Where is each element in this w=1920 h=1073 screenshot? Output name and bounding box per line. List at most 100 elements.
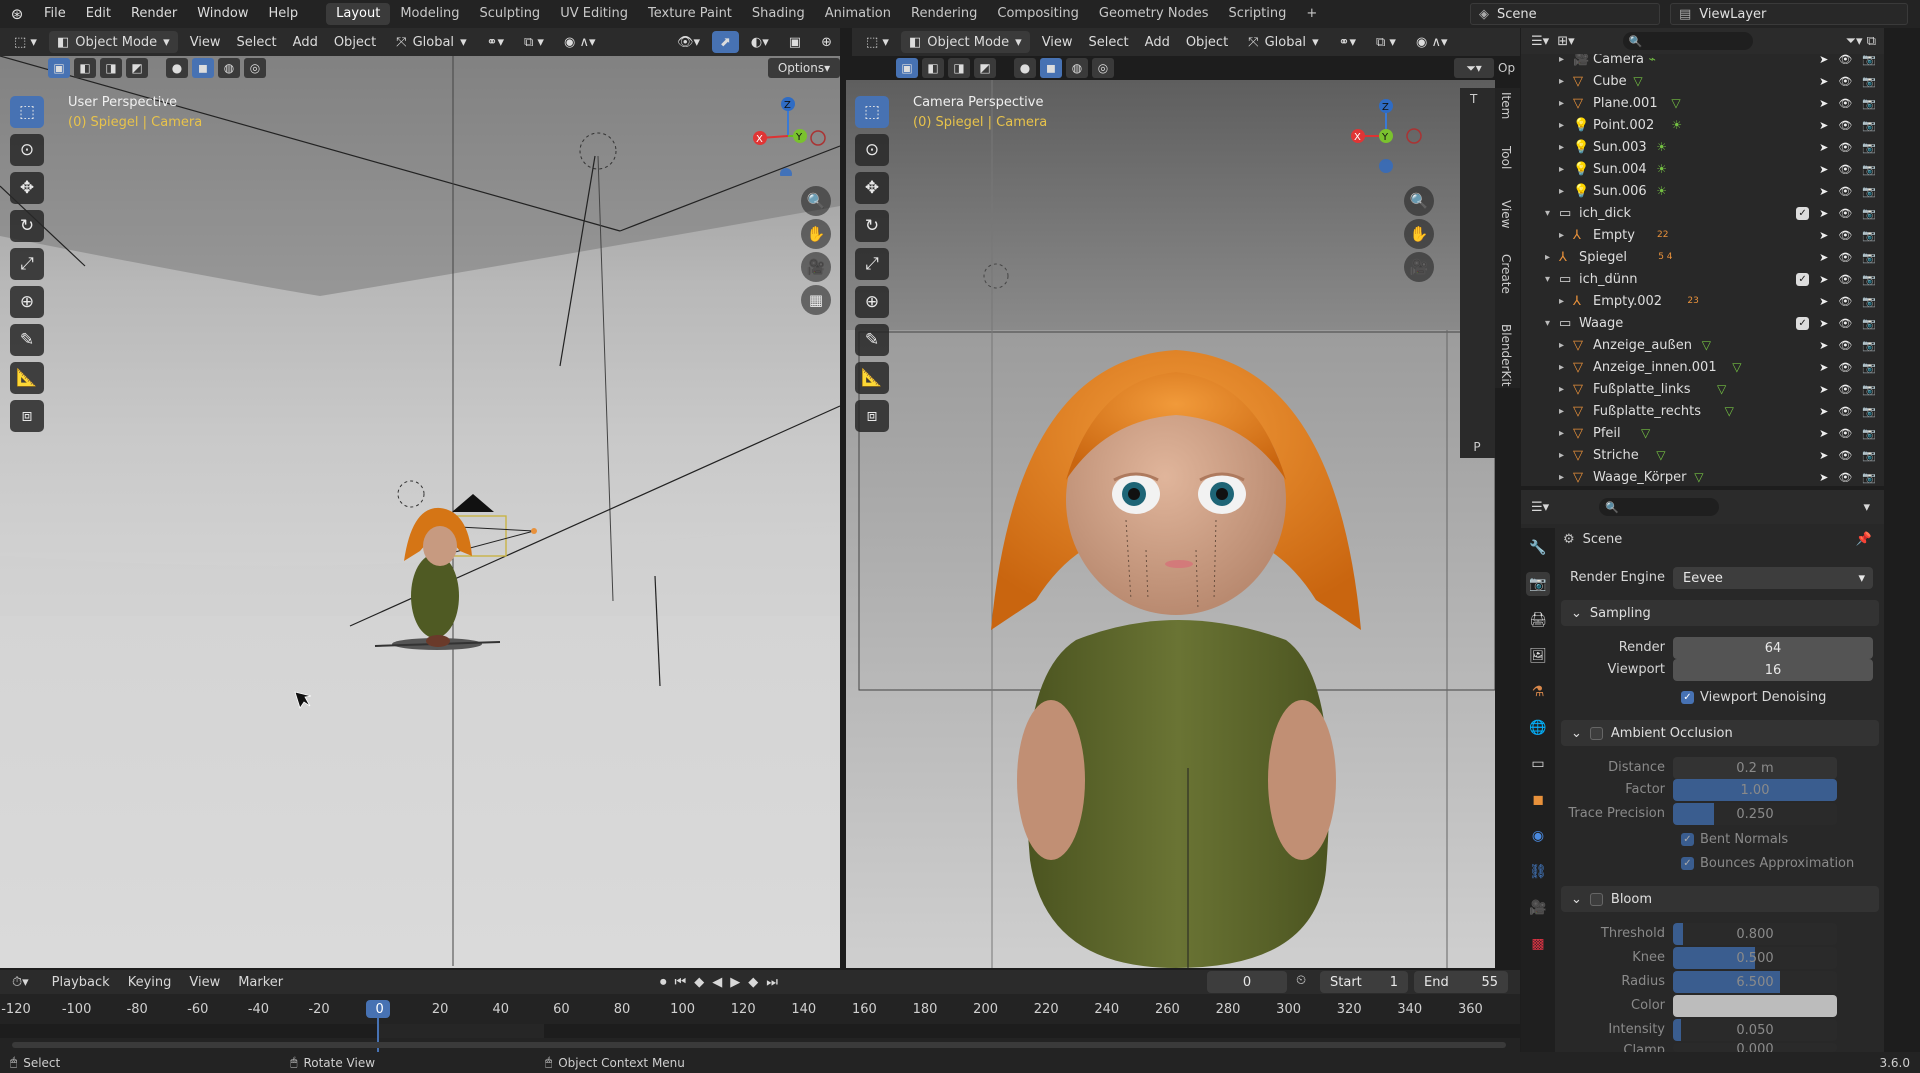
navigation-gizmo[interactable]: Z X Y: [748, 96, 828, 176]
bloom-panel-header[interactable]: ⌄ Bloom: [1561, 886, 1879, 912]
shading-solid-icon-right[interactable]: ◼: [1040, 58, 1062, 78]
ao-panel-header[interactable]: ⌄ Ambient Occlusion: [1561, 720, 1879, 746]
eye-icon[interactable]: 👁: [1838, 449, 1852, 462]
outliner-row[interactable]: ▸ ▽ Pfeil ▽ ➤ 👁 📷: [1521, 422, 1884, 444]
expand-arrow-icon[interactable]: ▸: [1559, 384, 1564, 395]
bloom-threshold-slider[interactable]: 0.800: [1673, 923, 1837, 945]
constraints-tab-icon[interactable]: ⛓: [1526, 860, 1550, 884]
select-arrow-icon[interactable]: ➤: [1819, 119, 1828, 132]
expand-arrow-icon[interactable]: ▸: [1559, 54, 1564, 65]
outliner-row[interactable]: ▾ ▭ ich_dünn ✓ ➤ 👁 📷: [1521, 268, 1884, 290]
mode-dropdown[interactable]: ◧ Object Mode ▾: [48, 31, 178, 53]
eye-icon[interactable]: 👁: [1838, 75, 1852, 88]
expand-arrow-icon[interactable]: ▸: [1559, 186, 1564, 197]
outliner-row[interactable]: ▸ ⅄ Spiegel 5 4 ➤ 👁 📷: [1521, 246, 1884, 268]
select-arrow-icon[interactable]: ➤: [1819, 317, 1828, 330]
select-arrow-icon[interactable]: ➤: [1819, 471, 1828, 484]
end-frame-field[interactable]: End 55: [1414, 971, 1508, 993]
camera-render-icon[interactable]: 📷: [1862, 163, 1876, 176]
measure-tool-icon[interactable]: 📐: [10, 362, 44, 394]
proportional-edit-button-right[interactable]: ◉ ∧▾: [1408, 31, 1456, 53]
select-mode-invert-icon-right[interactable]: ◩: [974, 58, 996, 78]
expand-arrow-icon[interactable]: ▾: [1545, 208, 1550, 219]
eye-icon[interactable]: 👁: [1838, 185, 1852, 198]
outliner-filter-icon[interactable]: ⏷▾ ⧉: [1846, 34, 1876, 49]
workspace-tab-7[interactable]: Rendering: [901, 3, 987, 25]
select-mode-subtract-icon[interactable]: ◨: [100, 58, 122, 78]
rotate-tool-icon-right[interactable]: ↻: [855, 210, 889, 242]
pan-hand-icon[interactable]: ✋: [801, 219, 831, 249]
rotate-tool-icon[interactable]: ↻: [10, 210, 44, 242]
select-arrow-icon[interactable]: ➤: [1819, 75, 1828, 88]
pivot-button[interactable]: ⚭▾: [479, 31, 512, 53]
camera-render-icon[interactable]: 📷: [1862, 75, 1876, 88]
outliner-row[interactable]: ▸ ▽ Waage_Körper ▽ ➤ 👁 📷: [1521, 466, 1884, 486]
blender-logo-icon[interactable]: ⊛: [0, 5, 34, 23]
data-tab-icon[interactable]: 🎥: [1526, 896, 1550, 920]
timeline-menu-keying[interactable]: Keying: [119, 975, 181, 990]
camera-render-icon[interactable]: 📷: [1862, 119, 1876, 132]
xray-button[interactable]: ▣: [781, 31, 809, 53]
outliner-row[interactable]: ▸ 🎥 Camera ⌁ ➤ 👁 📷: [1521, 54, 1884, 70]
expand-arrow-icon[interactable]: ▸: [1559, 450, 1564, 461]
select-mode-extend-icon-right[interactable]: ◧: [922, 58, 944, 78]
orientation-dropdown-right[interactable]: ⤧ Global ▾: [1240, 31, 1326, 53]
eye-icon[interactable]: 👁: [1838, 54, 1852, 66]
move-tool-icon-right[interactable]: ✥: [855, 172, 889, 204]
camera-render-icon[interactable]: 📷: [1862, 339, 1876, 352]
orientation-dropdown[interactable]: ⤧ Global ▾: [388, 31, 474, 53]
camera-render-icon[interactable]: 📷: [1862, 361, 1876, 374]
scene-tab-icon[interactable]: ⚗: [1526, 680, 1550, 704]
editor-type-button[interactable]: ⬚ ▾: [6, 31, 45, 53]
annotate-tool-icon-right[interactable]: ✎: [855, 324, 889, 356]
snap-button-right[interactable]: ⧉ ▾: [1368, 31, 1404, 53]
scale-tool-icon[interactable]: ⤢: [10, 248, 44, 280]
expand-arrow-icon[interactable]: ▸: [1545, 252, 1550, 263]
annotate-tool-icon[interactable]: ✎: [10, 324, 44, 356]
current-frame-field[interactable]: 0: [1207, 971, 1287, 993]
start-frame-field[interactable]: Start 1: [1320, 971, 1408, 993]
expand-arrow-icon[interactable]: ▸: [1559, 362, 1564, 373]
expand-arrow-icon[interactable]: ▾: [1545, 318, 1550, 329]
camera-render-icon[interactable]: 📷: [1862, 295, 1876, 308]
pan-hand-icon-right[interactable]: ✋: [1404, 219, 1434, 249]
select-arrow-icon[interactable]: ➤: [1819, 427, 1828, 440]
properties-search-input[interactable]: 🔍: [1599, 498, 1720, 516]
add-cube-tool-icon[interactable]: ⧈: [10, 400, 44, 432]
outliner-row[interactable]: ▸ 💡 Point.002 ☀ ➤ 👁 📷: [1521, 114, 1884, 136]
expand-arrow-icon[interactable]: ▸: [1559, 296, 1564, 307]
view-layer-tab-icon[interactable]: 🖼: [1526, 644, 1550, 668]
eye-icon[interactable]: 👁: [1838, 427, 1852, 440]
sidebar-tab-create[interactable]: Create: [1499, 254, 1513, 294]
outliner-row[interactable]: ▸ ▽ Anzeige_außen ▽ ➤ 👁 📷: [1521, 334, 1884, 356]
collection-tab-icon[interactable]: ▭: [1526, 752, 1550, 776]
viewport-denoising-checkbox[interactable]: ✓ Viewport Denoising: [1681, 690, 1826, 705]
camera-render-icon[interactable]: 📷: [1862, 273, 1876, 286]
eye-icon[interactable]: 👁: [1838, 295, 1852, 308]
timeline-editor-icon[interactable]: ⏱▾: [12, 975, 29, 990]
collection-checkbox[interactable]: ✓: [1796, 272, 1810, 286]
cursor-tool-icon[interactable]: ⊙: [10, 134, 44, 166]
select-mode-extend-icon[interactable]: ◧: [74, 58, 96, 78]
expand-arrow-icon[interactable]: ▸: [1559, 472, 1564, 483]
shading-solid-icon[interactable]: ◼: [192, 58, 214, 78]
render-tab-icon[interactable]: 📷: [1526, 572, 1550, 596]
pin-icon[interactable]: 📌: [1856, 532, 1872, 547]
menu-render[interactable]: Render: [121, 0, 187, 28]
select-arrow-icon[interactable]: ➤: [1819, 361, 1828, 374]
ao-enable-checkbox[interactable]: [1589, 726, 1603, 740]
mode-dropdown-right[interactable]: ◧ Object Mode ▾: [900, 31, 1030, 53]
timeline-menu-marker[interactable]: Marker: [229, 975, 292, 990]
bloom-color-swatch[interactable]: [1673, 995, 1837, 1017]
expand-arrow-icon[interactable]: ▸: [1559, 230, 1564, 241]
collection-checkbox[interactable]: ✓: [1796, 206, 1810, 220]
select-arrow-icon[interactable]: ➤: [1819, 229, 1828, 242]
outliner-row[interactable]: ▾ ▭ ich_dick ✓ ➤ 👁 📷: [1521, 202, 1884, 224]
lv-menu-view[interactable]: View: [182, 31, 229, 53]
eye-icon[interactable]: 👁: [1838, 163, 1852, 176]
select-arrow-icon[interactable]: ➤: [1819, 97, 1828, 110]
expand-arrow-icon[interactable]: ▸: [1559, 164, 1564, 175]
editor-type-button-right[interactable]: ⬚ ▾: [858, 31, 897, 53]
outliner-row[interactable]: ▸ 💡 Sun.004 ☀ ➤ 👁 📷: [1521, 158, 1884, 180]
sidebar-tab-view[interactable]: View: [1499, 200, 1513, 228]
